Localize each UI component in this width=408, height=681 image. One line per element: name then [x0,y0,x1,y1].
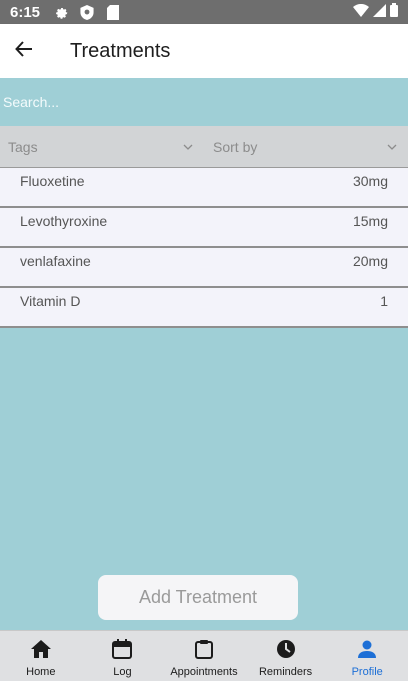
tags-dropdown[interactable]: Tags [0,126,204,167]
page-title: Treatments [70,39,171,62]
nav-profile-label: Profile [351,666,383,678]
nav-appointments[interactable]: Appointments [163,631,245,681]
app-bar: Treatments [0,24,408,78]
nav-log[interactable]: Log [82,631,164,681]
nav-log-label: Log [113,666,132,678]
search-bar [0,78,408,126]
status-time: 6:15 [10,3,41,21]
status-bar: 6:15 [0,0,408,24]
treatment-list: Fluoxetine 30mg Levothyroxine 15mg venla… [0,168,408,328]
treatments-screen: 6:15 Treatments Search... Tags Sort by F… [0,0,408,681]
treatment-dose: 1 [380,293,388,309]
treatment-name: Levothyroxine [20,213,108,229]
nav-home[interactable]: Home [0,631,82,681]
filter-bar: Tags Sort by [0,126,408,168]
sd-card-icon [104,4,122,20]
treatment-name: Fluoxetine [20,173,85,189]
nav-reminders[interactable]: Reminders [245,631,327,681]
nav-reminders-label: Reminders [258,666,313,678]
treatment-dose: 20mg [352,253,388,269]
treatment-name: venlafaxine [20,253,91,269]
tags-dropdown-label: Tags [8,138,38,155]
status-indicators [353,3,398,21]
search-input[interactable] [0,78,408,126]
treatment-name: Vitamin D [20,293,81,309]
treatment-item[interactable]: Vitamin D 1 [0,288,408,328]
arrow-left-icon [15,40,33,63]
battery-icon [390,3,398,21]
clock-icon [275,638,297,660]
back-button[interactable] [0,27,48,75]
nav-appointments-label: Appointments [170,666,238,678]
clipboard-icon [193,638,215,660]
nav-home-label: Home [26,666,56,678]
treatment-item[interactable]: venlafaxine 20mg [0,248,408,288]
settings-icon [52,4,70,20]
person-icon [356,638,378,660]
treatment-dose: 30mg [352,173,388,189]
chevron-down-icon [386,141,398,153]
home-icon [30,638,52,660]
sort-dropdown-label: Sort by [213,138,258,155]
treatment-item[interactable]: Fluoxetine 30mg [0,168,408,208]
treatment-dose: 15mg [352,213,388,229]
chevron-down-icon [182,141,194,153]
treatment-item[interactable]: Levothyroxine 15mg [0,208,408,248]
add-treatment-button[interactable]: Add Treatment [98,575,298,620]
wifi-icon [353,3,369,21]
signal-icon [373,3,386,21]
bottom-nav: Home Log Appointments Reminders Profile [0,630,408,681]
sort-dropdown[interactable]: Sort by [204,126,408,167]
calendar-icon [111,638,133,660]
shield-icon [78,4,96,20]
nav-profile[interactable]: Profile [326,631,408,681]
